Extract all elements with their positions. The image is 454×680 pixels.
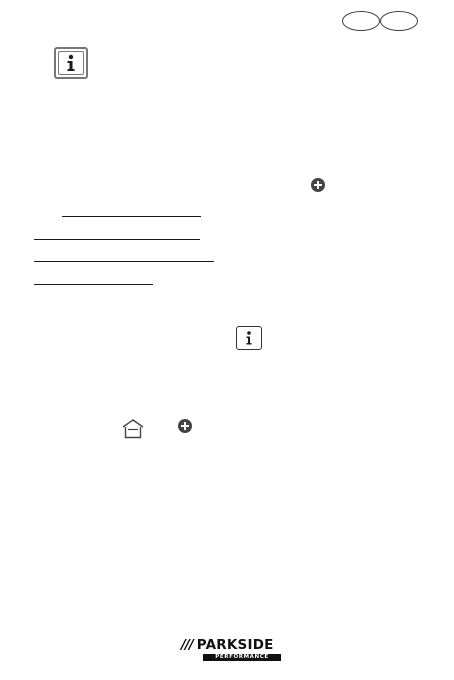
brand-subline: PERFORMANCE: [203, 654, 281, 661]
brand-wordmark: /// PARKSIDE: [181, 637, 274, 653]
language-badge-left: [342, 11, 380, 31]
language-badge-right: [380, 11, 418, 31]
brand-logo: /// PARKSIDE PERFORMANCE: [181, 637, 291, 663]
info-large-icon: [54, 47, 88, 79]
underline-rule: [34, 261, 214, 262]
underline-rule: [62, 216, 201, 217]
brand-name: PARKSIDE: [196, 637, 274, 653]
plus-circle-icon: [311, 178, 325, 192]
brand-slashes: ///: [181, 637, 194, 653]
underline-rule: [34, 239, 200, 240]
plus-circle-icon: [178, 419, 192, 433]
home-icon: [122, 419, 144, 439]
info-small-icon: [236, 326, 262, 350]
underline-rule: [34, 284, 153, 285]
